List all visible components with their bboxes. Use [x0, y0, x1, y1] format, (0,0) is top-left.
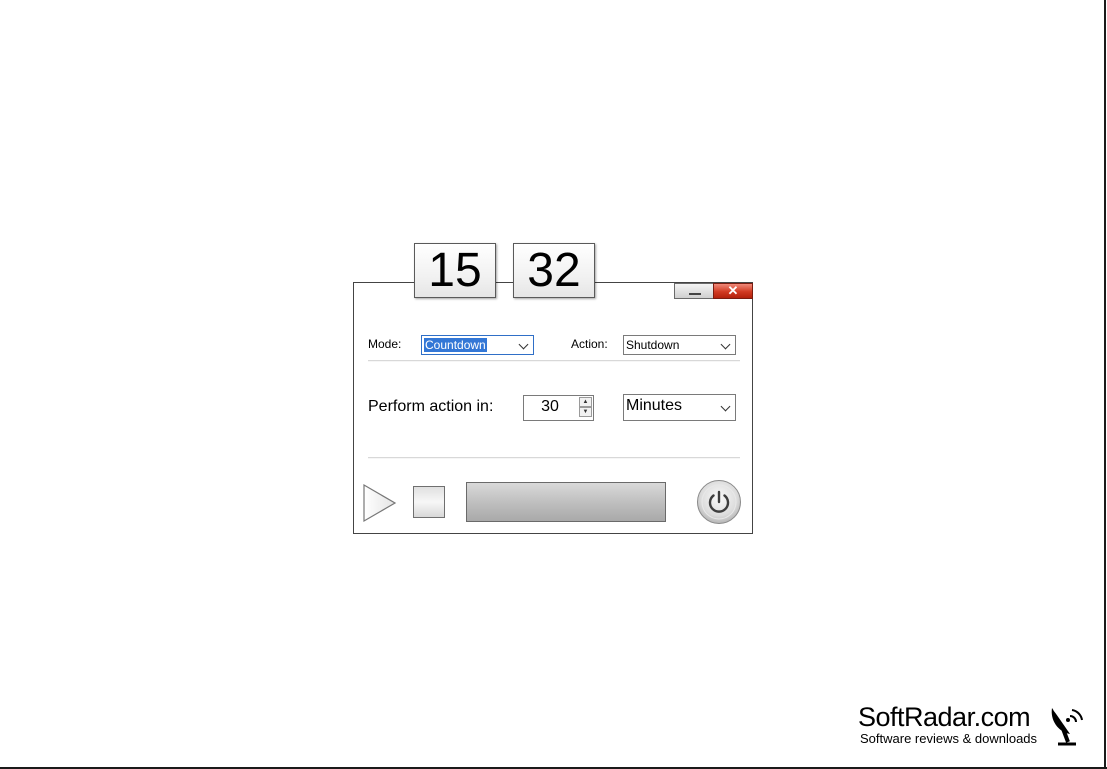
- play-button[interactable]: [362, 483, 398, 523]
- shutdown-timer-window: ✕ Mode: Countdown Action: Shutdown Perfo…: [353, 282, 753, 534]
- close-icon: ✕: [727, 283, 739, 298]
- power-icon: [697, 480, 741, 524]
- action-select[interactable]: Shutdown: [623, 335, 736, 355]
- mode-select[interactable]: Countdown: [421, 335, 534, 355]
- watermark-tagline: Software reviews & downloads: [860, 731, 1038, 746]
- stepper-down-button[interactable]: ▼: [579, 407, 592, 417]
- action-value: Shutdown: [626, 338, 680, 352]
- chevron-down-icon: [720, 339, 731, 350]
- stepper-up-button[interactable]: ▲: [579, 397, 592, 407]
- time-amount-stepper[interactable]: 30 ▲ ▼: [523, 395, 594, 421]
- play-icon: [363, 483, 397, 523]
- clock-hours: 15: [414, 243, 496, 298]
- watermark-name: SoftRadar.com: [858, 702, 1031, 732]
- mode-value: Countdown: [424, 338, 487, 352]
- close-button[interactable]: ✕: [713, 283, 753, 299]
- frame-border-right: [1104, 0, 1106, 769]
- time-unit-value: Minutes: [626, 397, 683, 414]
- perform-action-label: Perform action in:: [368, 398, 494, 415]
- mode-label: Mode:: [368, 337, 402, 351]
- clock-minutes: 32: [513, 243, 595, 298]
- countdown-progress-bar: [466, 482, 666, 522]
- divider-bottom: [368, 457, 740, 459]
- chevron-down-icon: [518, 339, 529, 350]
- screen: 15 32 ✕ Mode: Countdown Action: Shutdown…: [0, 0, 1107, 769]
- minimize-button[interactable]: [674, 283, 714, 299]
- time-amount-value: 30: [541, 398, 559, 415]
- divider-top: [368, 360, 740, 362]
- satellite-dish-icon: [1051, 708, 1083, 746]
- stop-button[interactable]: [413, 486, 445, 518]
- softradar-watermark: SoftRadar.com Software reviews & downloa…: [858, 702, 1098, 752]
- time-unit-select[interactable]: Minutes: [623, 394, 736, 421]
- power-button[interactable]: [696, 479, 742, 525]
- action-label: Action:: [571, 337, 608, 351]
- chevron-down-icon: [720, 401, 731, 412]
